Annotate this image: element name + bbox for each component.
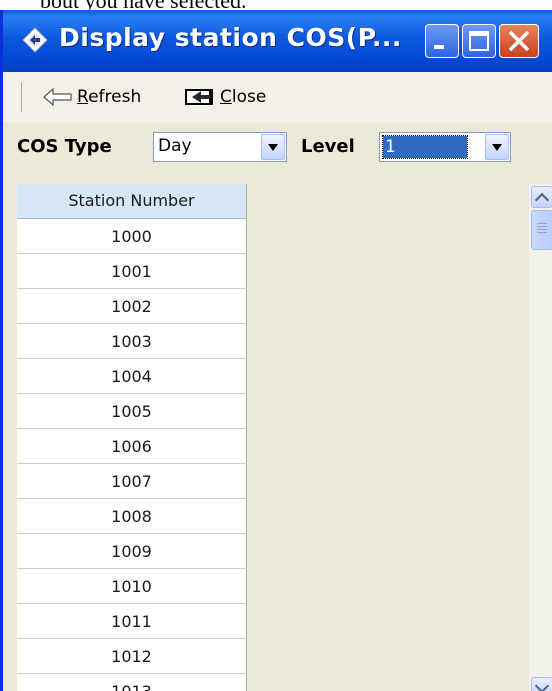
level-value: 1	[382, 135, 468, 159]
scroll-up-icon[interactable]	[531, 186, 552, 208]
cos-type-select[interactable]: Day	[153, 132, 287, 162]
close-icon	[508, 30, 530, 52]
exit-door-icon	[185, 89, 213, 105]
refresh-label: Refresh	[77, 87, 142, 107]
close-window-button[interactable]	[499, 24, 539, 58]
cos-window: Display station COS(P... Refresh Close C…	[0, 10, 552, 691]
table-row[interactable]: 1010	[17, 569, 246, 604]
table-row[interactable]: 1012	[17, 639, 246, 674]
minimize-icon	[434, 45, 444, 49]
table-row[interactable]: 1011	[17, 604, 246, 639]
filter-bar: COS Type Day Level 1	[3, 122, 552, 174]
level-select[interactable]: 1	[379, 132, 511, 162]
table-row[interactable]: 1013	[17, 674, 246, 691]
station-grid: Station Number 1000 1001 1002 1003 1004 1005 1…	[3, 174, 552, 691]
table-row[interactable]: 1005	[17, 394, 246, 429]
table-row[interactable]: 1007	[17, 464, 246, 499]
table-row[interactable]: 1003	[17, 324, 246, 359]
toolbar: Refresh Close	[3, 72, 552, 123]
cos-type-value: Day	[158, 136, 192, 156]
chevron-down-icon[interactable]	[261, 134, 285, 160]
table-row[interactable]: 1008	[17, 499, 246, 534]
table-row[interactable]: 1000	[17, 219, 246, 254]
vertical-scrollbar[interactable]	[529, 184, 552, 691]
table-row[interactable]: 1001	[17, 254, 246, 289]
scroll-down-icon[interactable]	[531, 677, 552, 691]
refresh-button[interactable]: Refresh	[43, 84, 141, 110]
scroll-thumb[interactable]	[531, 210, 552, 250]
station-number-column: Station Number 1000 1001 1002 1003 1004 1005 1…	[17, 184, 247, 691]
cos-type-label: COS Type	[17, 136, 112, 157]
chevron-down-icon[interactable]	[485, 134, 509, 160]
station-rows: 1000 1001 1002 1003 1004 1005 1006 1007 1008 1009…	[17, 219, 246, 691]
title-bar[interactable]: Display station COS(P...	[3, 10, 552, 72]
maximize-button[interactable]	[462, 24, 496, 58]
close-label: Close	[220, 87, 267, 107]
minimize-button[interactable]	[425, 24, 459, 58]
table-row[interactable]: 1002	[17, 289, 246, 324]
diamond-arrow-icon	[22, 27, 48, 53]
level-label: Level	[301, 136, 355, 157]
close-button[interactable]: Close	[184, 84, 266, 110]
table-row[interactable]: 1004	[17, 359, 246, 394]
column-header-station-number[interactable]: Station Number	[17, 184, 246, 219]
table-row[interactable]: 1006	[17, 429, 246, 464]
toolbar-grip[interactable]	[17, 82, 22, 112]
maximize-icon	[469, 31, 489, 51]
back-arrow-icon	[43, 87, 72, 107]
window-title: Display station COS(P...	[59, 23, 402, 52]
table-row[interactable]: 1009	[17, 534, 246, 569]
